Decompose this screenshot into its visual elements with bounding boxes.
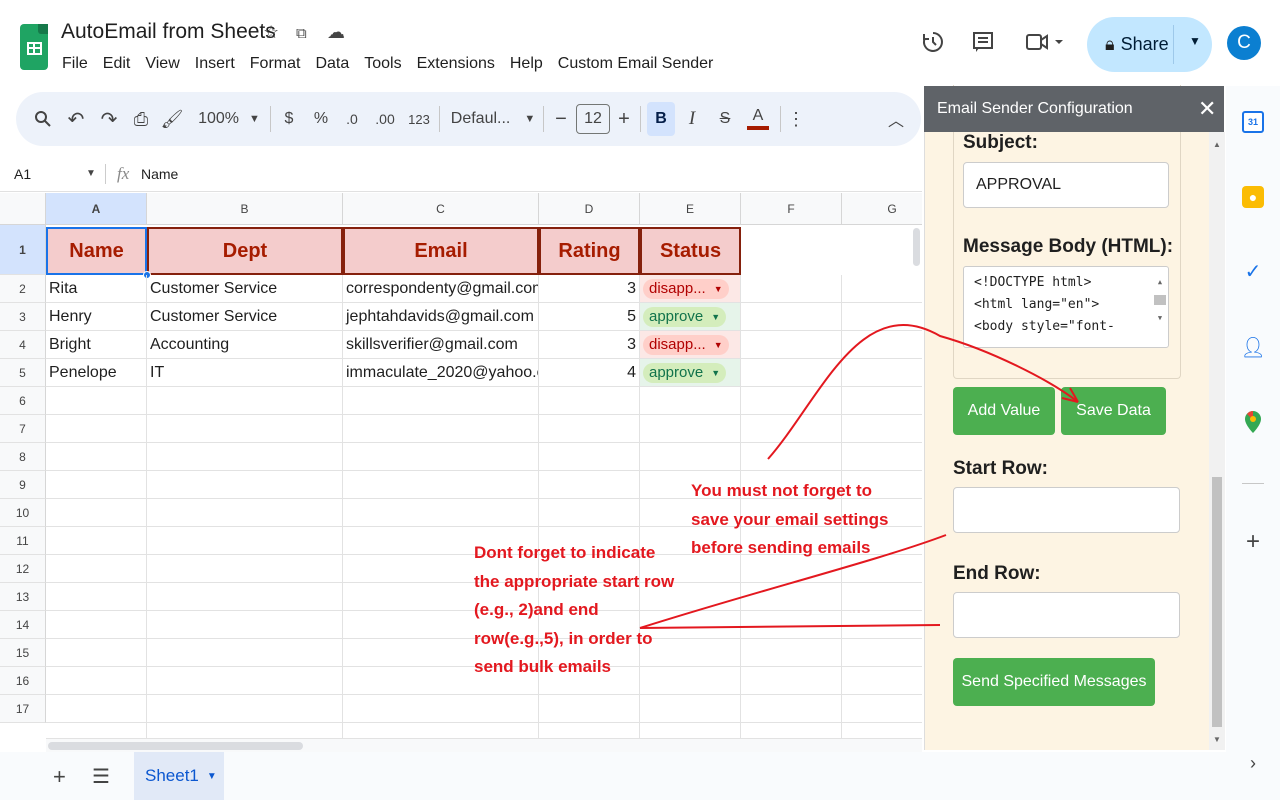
annotation-line: save your email settings [691,509,889,529]
annotation-save-note: You must not forget to save your email s… [691,477,888,563]
annotation-line: row(e.g.,5), in order to [474,628,653,648]
annotation-line: send bulk emails [474,657,611,676]
annotation-line: (e.g., 2)and end [474,600,599,619]
annotation-line: You must not forget to [691,481,872,500]
annotation-line: Dont forget to indicate [474,543,656,562]
annotation-line: the appropriate start row [474,571,675,591]
annotation-line: before sending emails [691,538,871,557]
annotation-rows-note: Dont forget to indicate the appropriate … [474,539,674,682]
